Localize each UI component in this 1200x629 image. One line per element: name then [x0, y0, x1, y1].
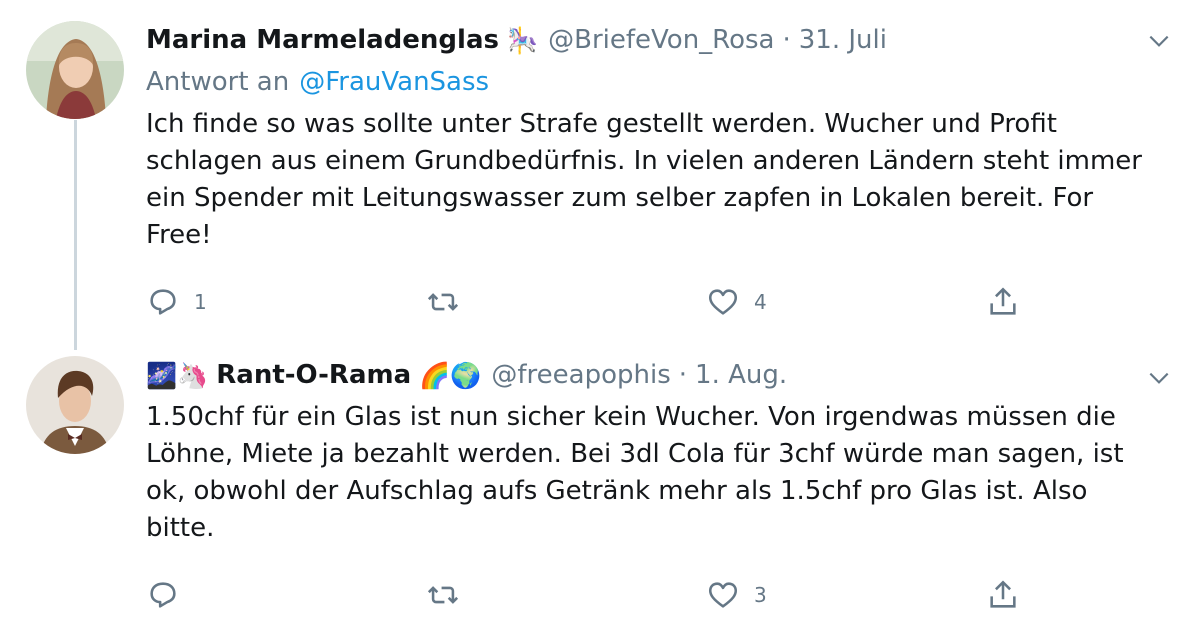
tweet-text: 1.50chf für ein Glas ist nun sicher kein… — [146, 399, 1146, 547]
share-icon — [990, 580, 1016, 608]
tweet-text-line: Ich finde so was sollte unter Strafe ges… — [146, 109, 1057, 139]
like-button[interactable]: 4 — [706, 282, 986, 322]
tweet-date[interactable]: 31. Juli — [799, 25, 887, 55]
like-button[interactable]: 3 — [706, 575, 986, 615]
author-handle[interactable]: @freeapophis — [491, 360, 670, 390]
avatar[interactable] — [26, 21, 124, 119]
tweet-text-line: Free! — [146, 220, 212, 250]
reply-label: Antwort an — [146, 67, 290, 97]
tweet[interactable]: Marina Marmeladenglas 🎠 @BriefeVon_Rosa … — [0, 0, 1200, 350]
retweet-icon — [427, 586, 459, 604]
tweet[interactable]: 🌌🦄 Rant-O-Rama 🌈🌍 @freeapophis · 1. Aug.… — [0, 343, 1200, 629]
reply-count: 1 — [194, 290, 207, 314]
tweet-date[interactable]: 1. Aug. — [695, 360, 787, 390]
tweet-actions: 1 4 — [146, 282, 1026, 322]
reply-button[interactable]: 1 — [146, 282, 426, 322]
tweet-text: Ich finde so was sollte unter Strafe ges… — [146, 106, 1146, 254]
share-button[interactable] — [986, 575, 1020, 615]
retweet-icon — [427, 293, 459, 311]
like-icon — [708, 582, 738, 608]
tweet-actions: 3 — [146, 575, 1026, 615]
tweet-header: Marina Marmeladenglas 🎠 @BriefeVon_Rosa … — [146, 20, 887, 60]
tweet-text-line: Löhne, Miete ja bezahlt werden. Bei 3dl … — [146, 439, 1124, 469]
like-count: 4 — [754, 290, 767, 314]
like-count: 3 — [754, 583, 767, 607]
chevron-down-icon[interactable] — [1146, 365, 1172, 391]
tweet-text-line: 1.50chf für ein Glas ist nun sicher kein… — [146, 402, 1116, 432]
share-button[interactable] — [986, 282, 1020, 322]
reply-button[interactable] — [146, 575, 426, 615]
author-handle[interactable]: @BriefeVon_Rosa — [548, 25, 774, 55]
author-emoji: 🎠 — [506, 25, 539, 55]
tweet-text-line: schlagen aus einem Grundbedürfnis. In vi… — [146, 146, 1142, 176]
reply-icon — [150, 289, 176, 315]
separator: · — [782, 25, 791, 55]
tweet-header: 🌌🦄 Rant-O-Rama 🌈🌍 @freeapophis · 1. Aug. — [146, 355, 787, 395]
separator: · — [678, 360, 688, 390]
thread-connector — [74, 120, 77, 350]
tweet-text-line: bitte. — [146, 513, 215, 543]
retweet-button[interactable] — [426, 575, 706, 615]
tweet-text-line: ok, obwohl der Aufschlag aufs Getränk me… — [146, 476, 1088, 506]
tweet-text-line: ein Spender mit Leitungswasser zum selbe… — [146, 183, 1094, 213]
author-name[interactable]: Marina Marmeladenglas — [146, 25, 499, 55]
retweet-button[interactable] — [426, 282, 706, 322]
like-icon — [708, 289, 738, 315]
author-emoji-prefix: 🌌🦄 — [146, 360, 209, 390]
author-emoji: 🌈🌍 — [419, 360, 482, 390]
share-icon — [990, 287, 1016, 315]
avatar[interactable] — [26, 356, 124, 454]
chevron-down-icon[interactable] — [1146, 28, 1172, 54]
author-name[interactable]: Rant-O-Rama — [216, 360, 411, 390]
reply-icon — [150, 582, 176, 608]
reply-mention-link[interactable]: @FrauVanSass — [299, 67, 489, 97]
reply-context: Antwort an @FrauVanSass — [146, 64, 489, 100]
